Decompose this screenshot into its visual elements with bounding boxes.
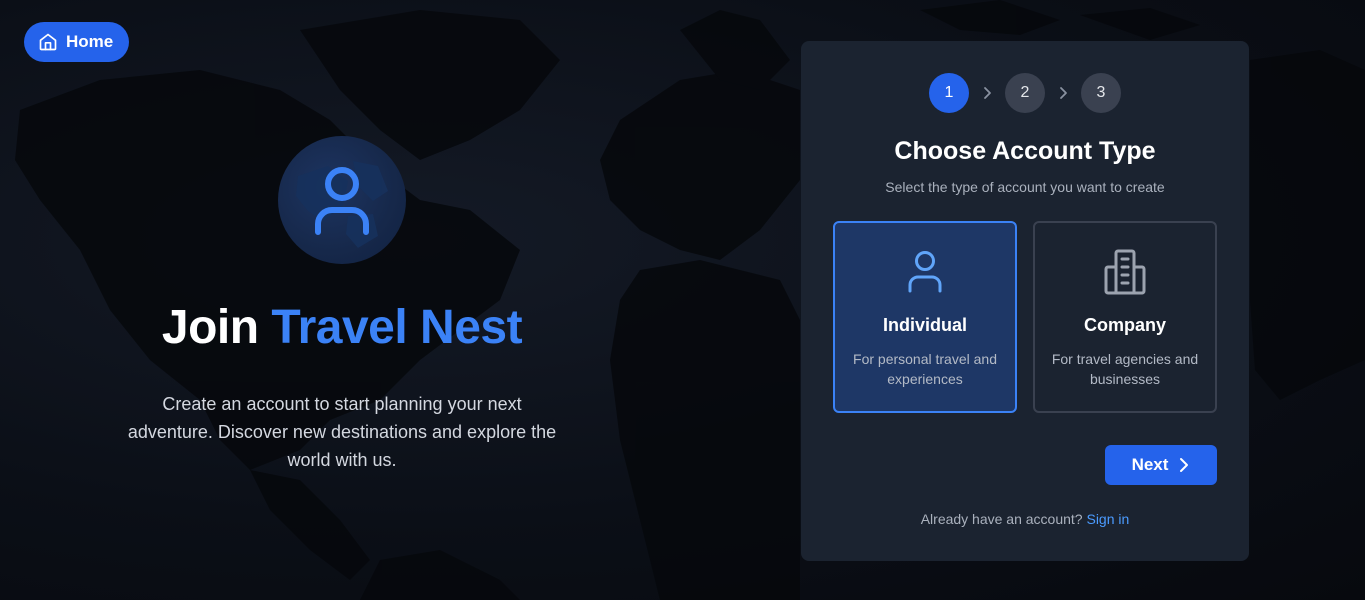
step-1: 1 — [929, 73, 969, 113]
next-button[interactable]: Next — [1105, 445, 1217, 485]
option-title: Individual — [882, 315, 967, 335]
chevron-right-icon — [984, 87, 991, 99]
home-button-label: Home — [66, 32, 114, 51]
signup-page: Home Join Travel Nest Create an account … — [0, 0, 1365, 600]
hero-avatar-globe — [278, 136, 406, 264]
hero-title-accent: Travel Nest — [271, 301, 523, 354]
option-title: Company — [1083, 315, 1166, 335]
step-3: 3 — [1081, 73, 1121, 113]
hero-description: Create an account to start planning your… — [127, 394, 557, 470]
home-button[interactable]: Home — [24, 22, 130, 62]
card-title: Choose Account Type — [894, 137, 1156, 165]
signup-card: 1 2 3 Choose Account Type Select the typ… — [801, 41, 1249, 561]
step-separator — [969, 73, 1005, 113]
signin-prompt: Already have an account? — [920, 511, 1083, 527]
person-icon — [908, 251, 942, 293]
chevron-right-icon — [1180, 458, 1189, 472]
hero-section: Join Travel Nest Create an account to st… — [100, 130, 584, 474]
step-2: 2 — [1005, 73, 1045, 113]
stepper: 1 2 3 — [801, 73, 1249, 113]
home-icon — [39, 33, 57, 51]
card-subtitle: Select the type of account you want to c… — [885, 179, 1165, 195]
option-description: For travel agencies and businesses — [1051, 351, 1199, 387]
signin-link[interactable]: Sign in — [1086, 511, 1129, 527]
hero-title-plain: Join — [161, 301, 259, 354]
account-type-company[interactable]: Company For travel agencies and business… — [1033, 221, 1217, 413]
user-icon — [315, 167, 369, 235]
signin-row: Already have an account? Sign in — [801, 511, 1249, 527]
option-description: For personal travel and experiences — [853, 351, 997, 387]
hero-title: Join Travel Nest — [100, 300, 584, 356]
account-type-individual[interactable]: Individual For personal travel and exper… — [833, 221, 1017, 413]
chevron-right-icon — [1060, 87, 1067, 99]
step-separator — [1045, 73, 1081, 113]
building-icon — [1104, 249, 1146, 295]
next-button-label: Next — [1131, 455, 1169, 474]
